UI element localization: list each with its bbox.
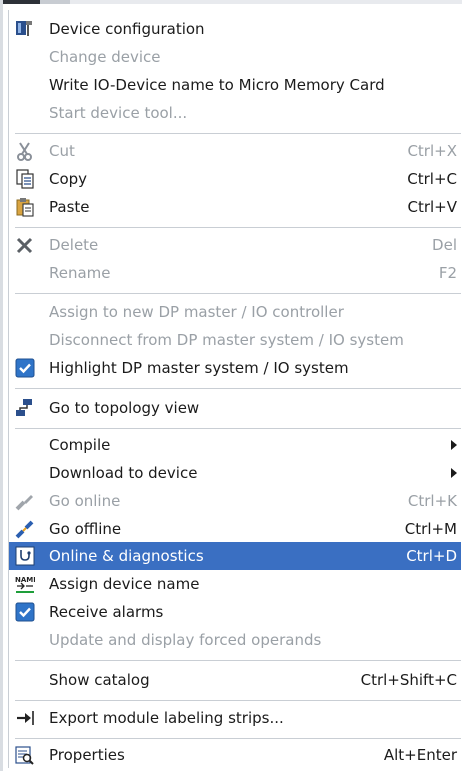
menu-item-compile[interactable]: Compile: [9, 431, 461, 459]
menu-item-shortcut: F2: [438, 264, 457, 282]
menu-item-label: Go online: [49, 492, 121, 510]
menu-item-label: Update and display forced operands: [49, 631, 322, 649]
menu-item-label: Cut: [49, 142, 75, 160]
menu-item-shortcut: Alt+Enter: [383, 746, 457, 764]
topology-icon: [15, 398, 35, 418]
menu-item-label: Copy: [49, 170, 88, 188]
menu-separator: [15, 738, 461, 739]
menu-item-label: Compile: [49, 436, 111, 454]
menu-item-label: Disconnect from DP master system / IO sy…: [49, 331, 404, 349]
menu-item-label: Change device: [49, 48, 161, 66]
menu-item-label: Write IO-Device name to Micro Memory Car…: [49, 76, 385, 94]
menu-item-label: Paste: [49, 198, 90, 216]
menu-item-label: Go offline: [49, 520, 122, 538]
menu-item-topology-view[interactable]: Go to topology view: [9, 394, 461, 422]
menu-item-label: Receive alarms: [49, 603, 164, 621]
menu-item-label: Start device tool...: [49, 104, 188, 122]
checkbox-checked-icon: [15, 358, 35, 378]
menu-item-label: Go to topology view: [49, 399, 200, 417]
go-offline-icon: [15, 519, 35, 539]
menu-item-label: Properties: [49, 746, 125, 764]
menu-item-label: Online & diagnostics: [49, 547, 204, 565]
window-left-edge: [0, 0, 3, 771]
menu-item-export-labeling[interactable]: Export module labeling strips...: [9, 704, 461, 732]
scissors-icon: [15, 141, 35, 161]
export-arrow-icon: [15, 708, 35, 728]
menu-item-shortcut: Ctrl+D: [406, 547, 457, 565]
menu-item-show-catalog[interactable]: Show catalog Ctrl+Shift+C: [9, 666, 461, 694]
properties-icon: [15, 745, 35, 765]
menu-item-label: Assign to new DP master / IO controller: [49, 303, 344, 321]
menu-item-copy[interactable]: Copy Ctrl+C: [9, 165, 461, 193]
menu-item-shortcut: Ctrl+K: [407, 492, 457, 510]
menu-item-label: Download to device: [49, 464, 198, 482]
assign-name-icon: NAME: [15, 574, 38, 594]
menu-item-label: Show catalog: [49, 671, 150, 689]
submenu-arrow-icon: [451, 440, 457, 450]
menu-item-assign-master[interactable]: Assign to new DP master / IO controller: [9, 298, 461, 326]
menu-item-write-io-device-name[interactable]: Write IO-Device name to Micro Memory Car…: [9, 71, 461, 99]
menu-item-shortcut: Del: [432, 236, 457, 254]
menu-item-download[interactable]: Download to device: [9, 459, 461, 487]
menu-item-label: Device configuration: [49, 20, 205, 38]
menu-item-delete[interactable]: Delete Del: [9, 231, 461, 259]
menu-item-online-diagnostics[interactable]: Online & diagnostics Ctrl+D: [9, 542, 461, 570]
menu-item-change-device[interactable]: Change device: [9, 43, 461, 71]
menu-item-label: Highlight DP master system / IO system: [49, 359, 349, 377]
menu-item-disconnect-master[interactable]: Disconnect from DP master system / IO sy…: [9, 326, 461, 354]
copy-icon: [15, 169, 35, 189]
menu-item-rename[interactable]: Rename F2: [9, 259, 461, 287]
menu-item-label: Export module labeling strips...: [49, 709, 284, 727]
menu-item-shortcut: Ctrl+X: [407, 142, 457, 160]
menu-item-shortcut: Ctrl+C: [407, 170, 457, 188]
menu-item-shortcut: Ctrl+M: [404, 520, 457, 538]
menu-item-receive-alarms[interactable]: Receive alarms: [9, 598, 461, 626]
window-top-strip: [0, 0, 462, 4]
menu-item-shortcut: Ctrl+Shift+C: [360, 671, 457, 689]
go-online-icon: [15, 491, 35, 511]
menu-item-cut[interactable]: Cut Ctrl+X: [9, 137, 461, 165]
delete-x-icon: [15, 235, 35, 255]
menu-item-paste[interactable]: Paste Ctrl+V: [9, 193, 461, 221]
menu-separator: [15, 227, 461, 228]
paste-icon: [15, 197, 35, 217]
menu-item-start-device-tool[interactable]: Start device tool...: [9, 99, 461, 127]
menu-item-highlight-master[interactable]: Highlight DP master system / IO system: [9, 354, 461, 382]
checkbox-checked-icon: [15, 602, 35, 622]
name-badge-text: NAME: [15, 576, 35, 584]
menu-separator: [15, 293, 461, 294]
menu-item-shortcut: Ctrl+V: [407, 198, 457, 216]
menu-separator: [15, 700, 461, 701]
device-configuration-icon: [15, 19, 35, 39]
menu-item-label: Rename: [49, 264, 111, 282]
context-menu: Device configuration Change device Write…: [8, 10, 461, 768]
menu-separator: [15, 660, 461, 661]
menu-item-go-online[interactable]: Go online Ctrl+K: [9, 487, 461, 515]
menu-item-properties[interactable]: Properties Alt+Enter: [9, 741, 461, 769]
menu-item-label: Assign device name: [49, 575, 200, 593]
menu-item-label: Delete: [49, 236, 99, 254]
diagnostics-icon: [15, 546, 35, 566]
submenu-arrow-icon: [451, 468, 457, 478]
menu-item-assign-device-name[interactable]: NAME Assign device name: [9, 570, 461, 598]
menu-item-update-forced-operands[interactable]: Update and display forced operands: [9, 626, 461, 654]
menu-separator: [15, 428, 461, 429]
menu-separator: [15, 133, 461, 134]
menu-separator: [15, 388, 461, 389]
menu-item-go-offline[interactable]: Go offline Ctrl+M: [9, 515, 461, 543]
menu-item-device-configuration[interactable]: Device configuration: [9, 15, 461, 43]
